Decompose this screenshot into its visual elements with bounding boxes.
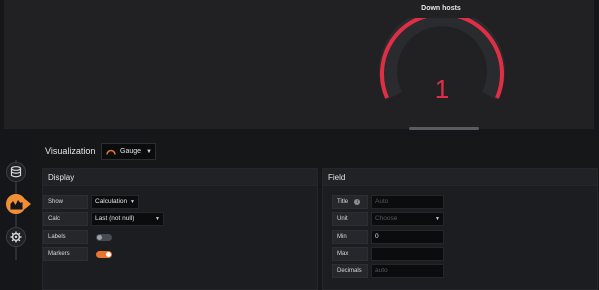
field-section: Field Title i Auto Unit Choose ▼ Min 0 Ma…: [322, 168, 598, 290]
markers-toggle[interactable]: [96, 250, 112, 258]
show-row: Show Calculation ▼: [43, 195, 139, 209]
labels-toggle[interactable]: [96, 233, 112, 241]
visualization-label: Visualization: [45, 146, 96, 156]
chevron-down-icon: ▼: [155, 216, 160, 222]
title-input-placeholder: Auto: [375, 198, 389, 205]
calc-label: Calc: [43, 212, 88, 226]
gear-icon: [10, 231, 22, 243]
display-section: Display Show Calculation ▼ Calc Last (no…: [42, 168, 318, 290]
gauge-chart: 1: [379, 18, 505, 104]
visualization-picker-value: Gauge: [120, 148, 142, 155]
unit-select-placeholder: Choose: [375, 215, 398, 222]
toggle-knob: [106, 251, 111, 257]
calc-select[interactable]: Last (not null) ▼: [91, 212, 164, 226]
pane-resize-handle[interactable]: [409, 127, 479, 130]
gauge-icon: [106, 149, 116, 155]
decimals-row: Decimals auto: [332, 264, 444, 278]
decimals-input-placeholder: auto: [375, 267, 388, 274]
title-label: Title i: [332, 195, 368, 209]
decimals-input[interactable]: auto: [371, 264, 444, 278]
chart-icon: [10, 199, 22, 209]
show-select[interactable]: Calculation ▼: [91, 195, 139, 209]
min-input[interactable]: 0: [371, 230, 444, 244]
max-input[interactable]: [371, 247, 444, 261]
sidebar-item-visualization[interactable]: [6, 194, 26, 214]
unit-row: Unit Choose ▼: [332, 212, 444, 226]
min-row: Min 0: [332, 230, 444, 244]
min-input-value: 0: [375, 233, 379, 240]
sidebar-item-general[interactable]: [6, 227, 26, 247]
chevron-down-icon: ▼: [146, 148, 152, 155]
show-label: Show: [43, 195, 88, 209]
chevron-down-icon: ▼: [435, 216, 440, 222]
show-select-value: Calculation: [95, 198, 128, 205]
visualization-picker[interactable]: Gauge ▼: [101, 143, 156, 160]
markers-row: Markers: [43, 247, 112, 261]
panel-title[interactable]: Down hosts: [382, 5, 500, 12]
unit-select[interactable]: Choose ▼: [371, 212, 444, 226]
decimals-label: Decimals: [332, 264, 368, 278]
toggle-knob: [97, 234, 102, 240]
labels-row: Labels: [43, 230, 112, 244]
calc-select-value: Last (not null): [95, 215, 135, 222]
unit-label: Unit: [332, 212, 368, 226]
labels-label: Labels: [43, 230, 88, 244]
markers-label: Markers: [43, 247, 88, 261]
database-icon: [10, 166, 22, 178]
title-input[interactable]: Auto: [371, 195, 444, 209]
sidebar-item-queries[interactable]: [6, 162, 26, 182]
info-icon[interactable]: i: [354, 199, 361, 205]
min-label: Min: [332, 230, 368, 244]
display-section-title: Display: [43, 169, 317, 186]
max-label: Max: [332, 247, 368, 261]
max-row: Max: [332, 247, 444, 261]
calc-row: Calc Last (not null) ▼: [43, 212, 164, 226]
title-label-text: Title: [337, 199, 349, 205]
active-indicator: [25, 199, 31, 209]
chevron-down-icon: ▼: [130, 199, 135, 205]
title-row: Title i Auto: [332, 195, 444, 209]
field-section-title: Field: [323, 169, 597, 186]
gauge-value: 1: [435, 74, 449, 104]
